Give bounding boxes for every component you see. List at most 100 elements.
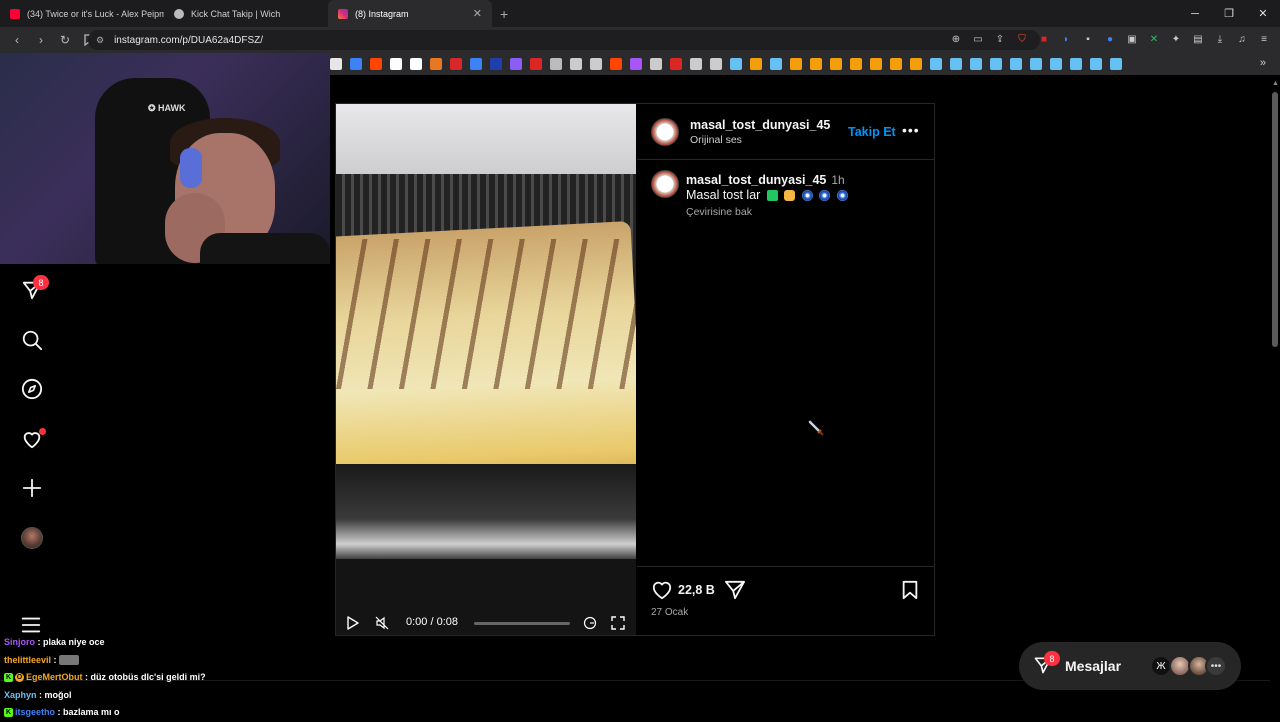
minimize-icon[interactable]: ─ (1178, 0, 1212, 27)
scrollbar-thumb[interactable] (1272, 92, 1278, 347)
forward-icon[interactable]: › (32, 31, 50, 49)
tab-youtube[interactable]: (34) Twice or it's Luck - Alex Peipman (0, 0, 164, 27)
post-video[interactable]: 0:00 / 0:08 (336, 104, 636, 635)
share-send-icon[interactable] (724, 580, 746, 605)
explore-compass-icon[interactable] (20, 377, 44, 401)
create-plus-icon[interactable] (20, 476, 44, 500)
bookmark-favicon-icon[interactable] (670, 58, 682, 70)
menu-icon[interactable]: ≡ (1256, 31, 1272, 47)
new-tab-button[interactable]: + (500, 6, 508, 22)
messages-floating-bar[interactable]: 8 Mesajlar Ж ••• (1019, 642, 1241, 690)
media-icon[interactable]: ♫ (1234, 31, 1250, 47)
bookmark-favicon-icon[interactable] (650, 58, 662, 70)
extension-icon[interactable]: ■ (1036, 31, 1052, 47)
bookmark-favicon-icon[interactable] (490, 58, 502, 70)
save-bookmark-icon[interactable] (901, 580, 919, 605)
brave-shield-icon[interactable]: ⛉ (1014, 31, 1030, 47)
bookmark-favicon-icon[interactable] (810, 58, 822, 70)
bookmark-favicon-icon[interactable] (890, 58, 902, 70)
follow-button[interactable]: Takip Et (848, 125, 896, 139)
bookmark-favicon-icon[interactable] (590, 58, 602, 70)
extensions-puzzle-icon[interactable]: ✦ (1168, 31, 1184, 47)
fullscreen-icon[interactable] (609, 614, 627, 632)
bookmark-favicon-icon[interactable] (350, 58, 362, 70)
video-progress-bar[interactable] (474, 622, 570, 625)
audio-label[interactable]: Orijinal ses (690, 134, 742, 146)
bookmark-favicon-icon[interactable] (730, 58, 742, 70)
author-username[interactable]: masal_tost_dunyasi_45 (690, 118, 830, 132)
bookmark-favicon-icon[interactable] (770, 58, 782, 70)
bookmark-favicon-icon[interactable] (1090, 58, 1102, 70)
bookmark-favicon-icon[interactable] (510, 58, 522, 70)
bookmark-favicon-icon[interactable] (910, 58, 922, 70)
chat-text: bazlama mı o (63, 707, 120, 717)
like-count[interactable]: 22,8 B (678, 583, 715, 597)
bookmark-favicon-icon[interactable] (870, 58, 882, 70)
bookmark-favicon-icon[interactable] (570, 58, 582, 70)
see-translation-link[interactable]: Çevirisine bak (686, 206, 752, 218)
bookmark-favicon-icon[interactable] (470, 58, 482, 70)
bookmark-favicon-icon[interactable] (830, 58, 842, 70)
bookmark-favicon-icon[interactable] (410, 58, 422, 70)
bookmark-favicon-icon[interactable] (450, 58, 462, 70)
bookmark-favicon-icon[interactable] (1050, 58, 1062, 70)
bookmark-favicon-icon[interactable] (370, 58, 382, 70)
bookmark-favicon-icon[interactable] (750, 58, 762, 70)
bookmark-favicon-icon[interactable] (990, 58, 1002, 70)
more-options-icon[interactable]: ••• (902, 122, 920, 138)
like-heart-icon[interactable] (651, 580, 673, 605)
cast-icon[interactable]: ▭ (970, 31, 986, 47)
extension-icon[interactable]: ● (1102, 31, 1118, 47)
maximize-icon[interactable]: ❐ (1212, 0, 1246, 27)
bookmark-favicon-icon[interactable] (1070, 58, 1082, 70)
bookmark-favicon-icon[interactable] (970, 58, 982, 70)
bookmark-favicon-icon[interactable] (610, 58, 622, 70)
bookmark-favicon-icon[interactable] (930, 58, 942, 70)
tab-instagram[interactable]: (8) Instagram ✕ (328, 0, 492, 27)
bookmark-favicon-icon[interactable] (530, 58, 542, 70)
page-scrollbar[interactable]: ▲ (1270, 78, 1280, 720)
more-conversations-icon[interactable]: ••• (1205, 655, 1227, 677)
back-icon[interactable]: ‹ (8, 31, 26, 49)
more-bookmarks-icon[interactable]: » (1260, 57, 1266, 69)
tab-kick-chat[interactable]: Kick Chat Takip | Wich (164, 0, 328, 27)
extension-icon[interactable]: ▣ (1124, 31, 1140, 47)
caption-username[interactable]: masal_tost_dunyasi_45 (686, 173, 826, 187)
address-bar[interactable]: ⚙ instagram.com/p/DUA62a4DFSZ/ (88, 30, 1040, 50)
bookmark-favicon-icon[interactable] (790, 58, 802, 70)
profile-avatar[interactable] (21, 527, 43, 549)
caption-avatar[interactable] (651, 170, 679, 198)
site-info-icon[interactable]: ⚙ (96, 35, 104, 46)
picture-in-picture-icon[interactable] (581, 614, 599, 632)
search-icon[interactable] (20, 328, 44, 352)
author-avatar[interactable] (651, 118, 679, 146)
download-icon[interactable]: ⤓ (1212, 31, 1228, 47)
scroll-up-icon[interactable]: ▲ (1272, 80, 1279, 87)
bookmark-favicon-icon[interactable] (690, 58, 702, 70)
bookmark-favicon-icon[interactable] (1110, 58, 1122, 70)
extension-icon[interactable]: ◗ (1058, 31, 1074, 47)
extension-icon[interactable]: ✕ (1146, 31, 1162, 47)
bookmark-favicon-icon[interactable] (630, 58, 642, 70)
sidebar-toggle-icon[interactable]: ▤ (1190, 31, 1206, 47)
bookmark-favicon-icon[interactable] (710, 58, 722, 70)
play-icon[interactable] (344, 614, 362, 632)
extension-icon[interactable]: ▪ (1080, 31, 1096, 47)
zoom-icon[interactable]: ⊕ (948, 31, 964, 47)
chat-message: Xaphyn : moğol (4, 689, 72, 700)
share-icon[interactable]: ⇪ (992, 31, 1008, 47)
chair-logo: ✪ HAWK (148, 103, 186, 113)
mute-icon[interactable] (373, 614, 391, 632)
bookmark-favicon-icon[interactable] (550, 58, 562, 70)
bookmark-favicon-icon[interactable] (1010, 58, 1022, 70)
bookmark-favicon-icon[interactable] (1030, 58, 1042, 70)
close-window-icon[interactable]: ✕ (1246, 0, 1280, 27)
bookmark-favicon-icon[interactable] (330, 58, 342, 70)
bookmark-favicon-icon[interactable] (390, 58, 402, 70)
close-tab-icon[interactable]: ✕ (473, 7, 482, 20)
bookmark-favicon-icon[interactable] (430, 58, 442, 70)
chat-message: Sinjoro : plaka niye oce (4, 637, 105, 647)
bookmark-favicon-icon[interactable] (950, 58, 962, 70)
bookmark-favicon-icon[interactable] (850, 58, 862, 70)
reload-icon[interactable]: ↻ (56, 31, 74, 49)
